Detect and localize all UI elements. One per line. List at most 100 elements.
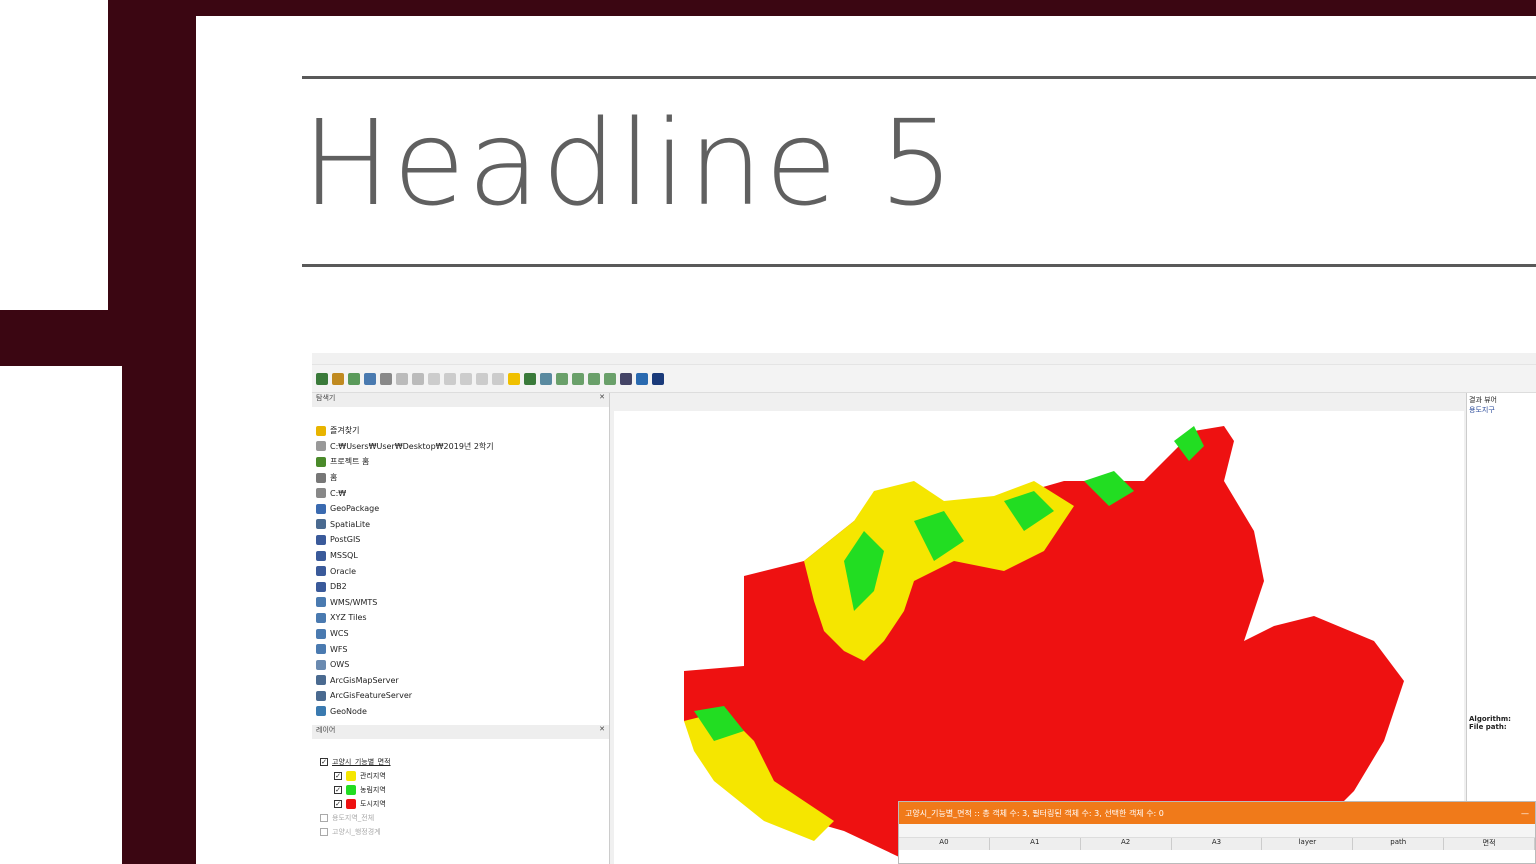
- legend-swatch: [346, 799, 356, 810]
- attribute-column-header[interactable]: A0: [899, 838, 990, 850]
- attribute-column-header[interactable]: A1: [990, 838, 1081, 850]
- digitize-icon[interactable]: [380, 372, 392, 385]
- browser-item-label: MSSQL: [330, 551, 358, 561]
- browser-item-label: PostGIS: [330, 535, 361, 545]
- mssql-icon: [316, 550, 326, 561]
- layer-add-icon[interactable]: [332, 372, 344, 385]
- drive-icon: [316, 488, 326, 499]
- browser-item[interactable]: C:₩Users₩User₩Desktop₩2019년 2학기: [312, 439, 609, 455]
- browser-item[interactable]: WMS/WMTS: [312, 595, 609, 611]
- layers-title: 레이어 ✕: [312, 725, 609, 740]
- browser-item[interactable]: GeoPackage: [312, 501, 609, 517]
- layer-checkbox[interactable]: [320, 828, 328, 837]
- layer-class[interactable]: ✓ 도시지역: [312, 797, 609, 811]
- map-svg: [684, 426, 1404, 864]
- browser-item[interactable]: WCS: [312, 626, 609, 642]
- star-icon: [316, 425, 326, 436]
- browser-item-label: SpatiaLite: [330, 519, 371, 529]
- browser-item[interactable]: 프로젝트 홈: [312, 454, 609, 470]
- label-tool-icon[interactable]: [524, 372, 536, 385]
- minimize-icon[interactable]: —: [1521, 809, 1529, 818]
- qgis-screenshot: 탐색기 ✕ 즐겨찾기 C:₩Users₩User₩Desktop₩2019년 2학기…: [312, 353, 1536, 864]
- browser-item[interactable]: Oracle: [312, 563, 609, 579]
- project-home-icon: [316, 456, 326, 467]
- pencil-icon[interactable]: [396, 372, 408, 385]
- layer-class-label: 도시지역: [360, 800, 386, 809]
- left-notch: [0, 0, 108, 310]
- cut-icon[interactable]: [460, 372, 472, 385]
- layer-group-checkbox[interactable]: ✓: [320, 758, 328, 767]
- folder-icon: [316, 441, 326, 452]
- filepath-label: File path:: [1469, 723, 1507, 731]
- browser-item-label: ArcGisFeatureServer: [330, 691, 413, 701]
- layer-item-label: 용도지역_전체: [332, 814, 375, 823]
- browser-item[interactable]: SpatiaLite: [312, 517, 609, 533]
- delete-icon[interactable]: [444, 372, 456, 385]
- node-icon[interactable]: [412, 372, 424, 385]
- vector-icon[interactable]: [348, 372, 360, 385]
- layer-item-label: 고양시_행정경계: [332, 828, 381, 837]
- browser-item-label: ArcGisMapServer: [330, 675, 399, 685]
- plugin-icon[interactable]: [620, 372, 632, 385]
- map-canvas[interactable]: [614, 411, 1464, 864]
- browser-item[interactable]: DB2: [312, 579, 609, 595]
- label-show-icon[interactable]: [556, 372, 568, 385]
- browser-item[interactable]: XYZ Tiles: [312, 610, 609, 626]
- slide-frame: Headline 5 탐색기 ✕ 즐겨찾기 C:₩Users₩User₩Desk…: [0, 0, 1536, 864]
- python-icon[interactable]: [636, 372, 648, 385]
- layer-item[interactable]: 용도지역_전체: [312, 811, 609, 825]
- oracle-icon: [316, 566, 326, 577]
- layer-class-label: 농림지역: [360, 786, 386, 795]
- browser-item[interactable]: 즐겨찾기: [312, 423, 609, 439]
- browser-item[interactable]: ArcGisFeatureServer: [312, 688, 609, 704]
- layer-extra: 용도지역_전체고양시_행정경계: [312, 811, 609, 839]
- label-pin-icon[interactable]: [540, 372, 552, 385]
- browser-toolbar: [312, 407, 609, 423]
- move-icon[interactable]: [428, 372, 440, 385]
- attribute-column-header[interactable]: layer: [1262, 838, 1354, 850]
- qgis-toolbar: [312, 365, 1536, 393]
- browser-item-label: 홈: [330, 473, 338, 483]
- browser-item[interactable]: PostGIS: [312, 532, 609, 548]
- layer-checkbox[interactable]: [320, 814, 328, 823]
- layers-toolbar: [312, 739, 609, 756]
- browser-item[interactable]: OWS: [312, 657, 609, 673]
- layers-close-icon[interactable]: ✕: [599, 725, 605, 739]
- browser-item[interactable]: WFS: [312, 641, 609, 657]
- processing-icon[interactable]: [652, 372, 664, 385]
- attribute-column-header[interactable]: 면적: [1444, 838, 1536, 850]
- panel-close-icon[interactable]: ✕: [599, 393, 605, 407]
- slide-canvas: Headline 5 탐색기 ✕ 즐겨찾기 C:₩Users₩User₩Desk…: [196, 16, 1536, 864]
- layer-class-checkbox[interactable]: ✓: [334, 786, 342, 795]
- label-change-icon[interactable]: [604, 372, 616, 385]
- layer-class[interactable]: ✓ 관리지역: [312, 769, 609, 783]
- browser-item[interactable]: GeoNode: [312, 704, 609, 720]
- db2-icon: [316, 581, 326, 592]
- attribute-column-header[interactable]: A3: [1172, 838, 1263, 850]
- label-icon[interactable]: [508, 372, 520, 385]
- layer-item[interactable]: 고양시_행정경계: [312, 825, 609, 839]
- browser-item[interactable]: MSSQL: [312, 548, 609, 564]
- browser-item-label: 즐겨찾기: [330, 426, 360, 436]
- undo-icon[interactable]: [492, 372, 504, 385]
- attribute-header: A0 A1 A2 A3 layer path 면적: [899, 838, 1536, 850]
- browser-item-label: DB2: [330, 582, 347, 592]
- results-item[interactable]: 용도지구: [1469, 405, 1534, 415]
- edit-icon[interactable]: [364, 372, 376, 385]
- attribute-column-header[interactable]: path: [1353, 838, 1445, 850]
- attribute-column-header[interactable]: A2: [1081, 838, 1172, 850]
- layer-class-checkbox[interactable]: ✓: [334, 772, 342, 781]
- layers-title-label: 레이어: [316, 726, 336, 735]
- layer-group[interactable]: ✓ 고양시_기능별_면적: [312, 755, 609, 769]
- layer-class-checkbox[interactable]: ✓: [334, 800, 342, 809]
- layer-icon[interactable]: [316, 372, 328, 385]
- attribute-title: 고양시_기능별_면적 :: 총 객체 수: 3, 필터링된 객체 수: 3, 선…: [905, 808, 1164, 818]
- copy-icon[interactable]: [476, 372, 488, 385]
- layer-class[interactable]: ✓ 농림지역: [312, 783, 609, 797]
- browser-item[interactable]: ArcGisMapServer: [312, 673, 609, 689]
- label-rotate-icon[interactable]: [588, 372, 600, 385]
- label-move-icon[interactable]: [572, 372, 584, 385]
- postgis-icon: [316, 534, 326, 545]
- browser-item[interactable]: 홈: [312, 470, 609, 486]
- browser-item[interactable]: C:₩: [312, 485, 609, 501]
